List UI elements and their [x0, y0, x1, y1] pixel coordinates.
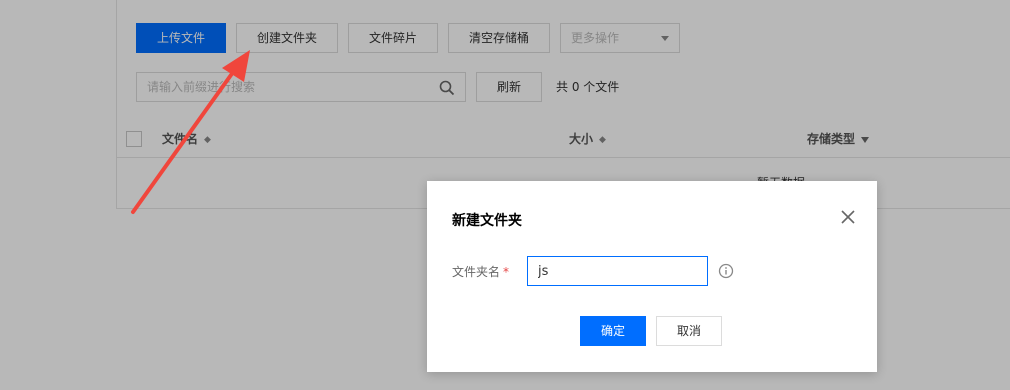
confirm-button[interactable]: 确定	[580, 316, 646, 346]
info-icon[interactable]	[718, 263, 734, 279]
new-folder-dialog: 新建文件夹 文件夹名* 确定 取消	[427, 181, 877, 372]
cancel-button[interactable]: 取消	[656, 316, 722, 346]
folder-name-label: 文件夹名 *	[452, 263, 509, 280]
folder-name-label-text: 文件夹名	[452, 265, 501, 279]
close-icon[interactable]	[841, 210, 855, 224]
required-mark: *	[503, 265, 510, 279]
folder-name-input[interactable]	[527, 256, 708, 286]
dialog-title: 新建文件夹	[452, 213, 522, 229]
